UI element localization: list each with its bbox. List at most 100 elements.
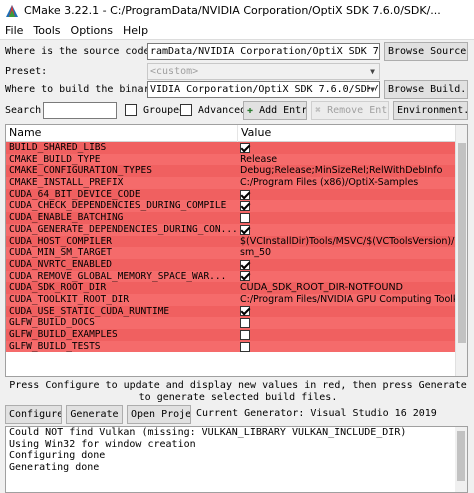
- cache-entry-value[interactable]: [238, 212, 456, 224]
- preset-select[interactable]: <custom> ▼: [147, 63, 380, 80]
- cache-entry-value[interactable]: [238, 224, 456, 236]
- cache-entry-value[interactable]: Debug;Release;MinSizeRel;RelWithDebInfo: [238, 165, 456, 177]
- open-project-button[interactable]: Open Project: [127, 405, 191, 424]
- generate-button[interactable]: Generate: [66, 405, 123, 424]
- output-log[interactable]: Could NOT find Vulkan (missing: VULKAN_L…: [5, 426, 468, 493]
- table-row[interactable]: GLFW_BUILD_EXAMPLES: [6, 329, 456, 341]
- table-row[interactable]: CUDA_HOST_COMPILER $(VCInstallDir)Tools/M…: [6, 235, 456, 248]
- menu-help[interactable]: Help: [118, 24, 153, 37]
- grouped-label: Grouped: [143, 105, 186, 116]
- table-rows: BUILD_SHARED_LIBS CMAKE_BUILD_TYPE Release…: [6, 142, 456, 353]
- preset-label: Preset:: [5, 66, 48, 77]
- cache-entry-value[interactable]: [238, 259, 456, 271]
- cache-entry-name: CMAKE_BUILD_TYPE: [9, 153, 101, 165]
- chevron-down-icon[interactable]: ▼: [370, 82, 375, 97]
- table-row[interactable]: CUDA_TOOLKIT_ROOT_DIR C:/Program Files/NV…: [6, 293, 456, 306]
- vertical-scrollbar[interactable]: [455, 125, 467, 376]
- table-row[interactable]: GLFW_BUILD_DOCS: [6, 317, 456, 329]
- menu-file[interactable]: File: [0, 24, 28, 37]
- value-checkbox[interactable]: [240, 259, 250, 270]
- cache-entry-value[interactable]: C:/Program Files (x86)/OptiX-Samples: [238, 177, 456, 189]
- log-line: Using Win32 for window creation: [9, 438, 196, 450]
- chevron-down-icon: ▼: [370, 67, 375, 76]
- menu-tools[interactable]: Tools: [28, 24, 65, 37]
- cache-entry-value[interactable]: Release: [238, 154, 456, 166]
- configure-button[interactable]: Configure: [5, 405, 62, 424]
- remove-entry-button[interactable]: ✖ Remove Entry: [311, 101, 389, 120]
- value-checkbox[interactable]: [240, 142, 250, 153]
- table-row[interactable]: CUDA_GENERATE_DEPENDENCIES_DURING_CON...: [6, 223, 456, 236]
- output-scrollbar[interactable]: [455, 427, 467, 492]
- cache-entry-value[interactable]: [238, 329, 456, 341]
- cache-entry-name: CUDA_ENABLE_BATCHING: [9, 212, 124, 224]
- cache-entry-value[interactable]: [238, 142, 456, 154]
- value-checkbox[interactable]: [240, 329, 250, 340]
- plus-icon: ✚: [247, 105, 254, 116]
- cmake-triangle-icon: [6, 4, 18, 17]
- build-path-input[interactable]: VIDIA Corporation/OptiX SDK 7.6.0/SDK/bu…: [147, 81, 380, 98]
- value-checkbox[interactable]: [240, 224, 250, 235]
- cache-table: Name Value BUILD_SHARED_LIBS CMAKE_BUILD_…: [5, 124, 468, 377]
- column-header-value[interactable]: Value: [238, 125, 456, 142]
- cache-entry-value[interactable]: [238, 200, 456, 212]
- value-checkbox[interactable]: [240, 189, 250, 200]
- value-checkbox[interactable]: [240, 341, 250, 352]
- scrollbar-thumb[interactable]: [457, 431, 465, 481]
- source-label: Where is the source code:: [5, 46, 156, 57]
- preset-value: <custom>: [150, 66, 199, 77]
- table-row[interactable]: CUDA_MIN_SM_TARGET sm_50: [6, 247, 456, 259]
- cache-entry-value[interactable]: CUDA_SDK_ROOT_DIR-NOTFOUND: [238, 282, 456, 294]
- value-checkbox[interactable]: [240, 306, 250, 317]
- cache-entry-value[interactable]: [238, 341, 456, 353]
- cache-entry-value[interactable]: [238, 271, 456, 283]
- cache-entry-name: CMAKE_CONFIGURATION_TYPES: [9, 165, 152, 177]
- scrollbar-thumb[interactable]: [458, 143, 466, 343]
- cache-entry-name: CMAKE_INSTALL_PREFIX: [9, 177, 124, 189]
- build-path-value: VIDIA Corporation/OptiX SDK 7.6.0/SDK/bu…: [150, 84, 379, 95]
- grouped-checkbox[interactable]: [125, 104, 137, 116]
- cache-entry-value[interactable]: C:/Program Files/NVIDIA GPU Computing To…: [238, 294, 456, 306]
- advanced-label: Advanced: [198, 105, 247, 116]
- cache-entry-value[interactable]: [238, 317, 456, 329]
- table-row[interactable]: BUILD_SHARED_LIBS: [6, 142, 456, 154]
- value-checkbox[interactable]: [240, 212, 250, 223]
- environment-button[interactable]: Environment...: [393, 101, 468, 120]
- log-line: Could NOT find Vulkan (missing: VULKAN_L…: [9, 427, 407, 438]
- browse-build-button[interactable]: Browse Build...: [384, 80, 468, 99]
- table-row[interactable]: CMAKE_BUILD_TYPE Release: [6, 153, 456, 166]
- value-checkbox[interactable]: [240, 201, 250, 212]
- table-row[interactable]: CUDA_SDK_ROOT_DIR CUDA_SDK_ROOT_DIR-NOTFO…: [6, 282, 456, 294]
- table-row[interactable]: CUDA_NVRTC_ENABLED: [6, 258, 456, 271]
- table-row[interactable]: GLFW_BUILD_TESTS: [6, 340, 456, 353]
- table-row[interactable]: CMAKE_CONFIGURATION_TYPES Debug;Release;M…: [6, 165, 456, 178]
- cache-entry-name: CUDA_64_BIT_DEVICE_CODE: [9, 188, 141, 200]
- cache-entry-value[interactable]: $(VCInstallDir)Tools/MSVC/$(VCToolsVersi…: [238, 236, 456, 248]
- grouped-toggle[interactable]: Grouped: [125, 104, 185, 116]
- cache-entry-value[interactable]: sm_50: [238, 247, 456, 259]
- column-header-name[interactable]: Name: [6, 125, 238, 142]
- table-row[interactable]: CUDA_REMOVE_GLOBAL_MEMORY_SPACE_WAR...: [6, 270, 456, 283]
- browse-source-button[interactable]: Browse Source...: [384, 42, 468, 61]
- source-path-input[interactable]: ramData/NVIDIA Corporation/OptiX SDK 7.6…: [147, 43, 380, 60]
- value-checkbox[interactable]: [240, 271, 250, 282]
- menu-options[interactable]: Options: [66, 24, 118, 37]
- cache-entry-name: BUILD_SHARED_LIBS: [9, 142, 107, 153]
- advanced-toggle[interactable]: Advanced: [180, 104, 246, 116]
- cache-entry-name: GLFW_BUILD_TESTS: [9, 340, 101, 352]
- cache-entry-value[interactable]: [238, 306, 456, 318]
- table-row[interactable]: CUDA_64_BIT_DEVICE_CODE: [6, 188, 456, 201]
- table-row[interactable]: CUDA_ENABLE_BATCHING: [6, 212, 456, 224]
- window-title: CMake 3.22.1 - C:/ProgramData/NVIDIA Cor…: [24, 4, 441, 17]
- search-input[interactable]: [43, 102, 117, 119]
- cache-entry-value[interactable]: [238, 189, 456, 201]
- search-label: Search:: [5, 105, 48, 116]
- advanced-checkbox[interactable]: [180, 104, 192, 116]
- table-row[interactable]: CUDA_CHECK_DEPENDENCIES_DURING_COMPILE: [6, 200, 456, 213]
- value-checkbox[interactable]: [240, 318, 250, 329]
- cache-entry-name: GLFW_BUILD_DOCS: [9, 317, 95, 329]
- cache-entry-name: CUDA_GENERATE_DEPENDENCIES_DURING_CON...: [9, 223, 238, 235]
- add-entry-button[interactable]: ✚ Add Entry: [243, 101, 307, 120]
- table-row[interactable]: CUDA_USE_STATIC_CUDA_RUNTIME: [6, 305, 456, 318]
- cache-entry-name: CUDA_TOOLKIT_ROOT_DIR: [9, 293, 130, 305]
- table-row[interactable]: CMAKE_INSTALL_PREFIX C:/Program Files (x8…: [6, 177, 456, 189]
